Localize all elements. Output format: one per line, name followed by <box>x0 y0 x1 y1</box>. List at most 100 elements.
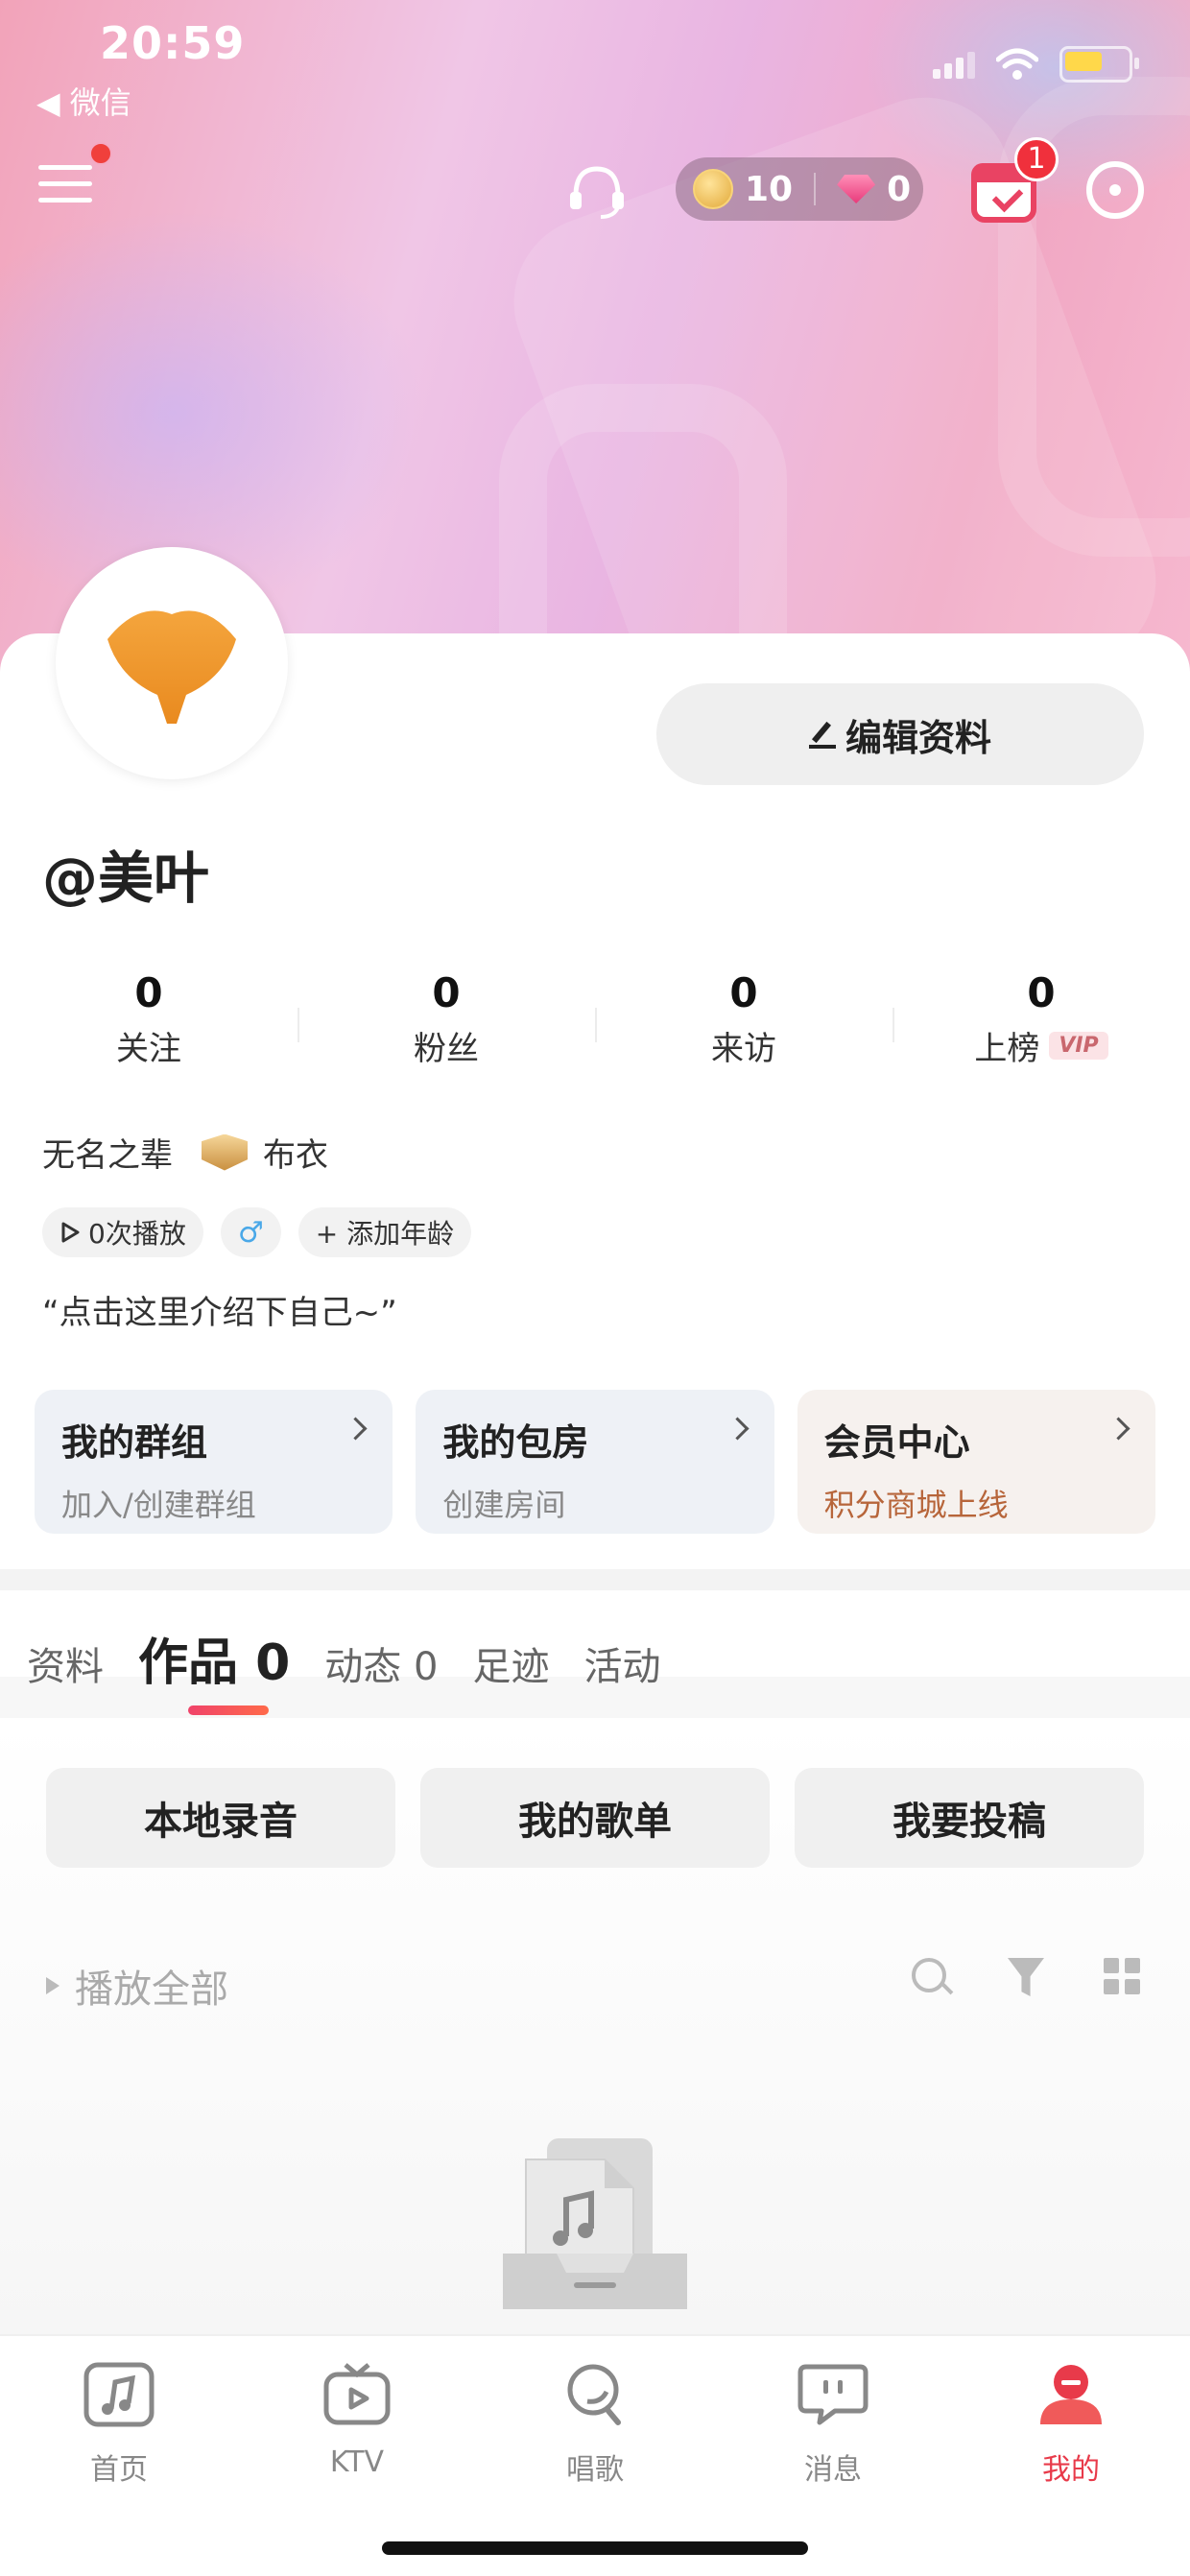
user-title: 无名之辈 <box>42 1136 173 1175</box>
stat-value: 0 <box>134 969 163 1016</box>
my-rooms-card[interactable]: 我的包房 创建房间 <box>416 1390 774 1534</box>
menu-button[interactable] <box>38 165 92 213</box>
back-to-wechat[interactable]: ◀ 微信 <box>36 79 131 123</box>
card-title: 我的群组 <box>61 1421 208 1464</box>
nav-label: 消息 <box>804 2453 862 2487</box>
list-tools <box>912 1958 1144 1998</box>
stat-value: 0 <box>432 969 461 1016</box>
play-all-button[interactable]: 播放全部 <box>46 1958 228 2014</box>
headset-icon[interactable] <box>566 163 628 219</box>
stat-following[interactable]: 0 关注 <box>0 969 298 1085</box>
stat-label: 粉丝 <box>414 1030 479 1068</box>
add-age-tag[interactable]: + 添加年龄 <box>298 1207 472 1257</box>
section-divider <box>0 1569 1190 1590</box>
diamond-count: 0 <box>887 169 912 209</box>
divider <box>814 173 817 205</box>
nav-label: 我的 <box>1042 2453 1100 2487</box>
stat-label: 来访 <box>711 1030 776 1068</box>
nav-home[interactable]: 首页 <box>52 2361 186 2488</box>
username: @美叶 <box>42 846 210 911</box>
empty-works-icon <box>503 2138 687 2309</box>
add-age-label: + 添加年龄 <box>315 1218 455 1250</box>
gender-tag[interactable]: ♂ <box>220 1207 281 1257</box>
nav-sing[interactable]: 唱歌 <box>528 2361 662 2488</box>
rank-badge-icon <box>202 1133 248 1171</box>
coin-icon <box>693 169 733 209</box>
nav-messages[interactable]: 消息 <box>766 2361 900 2488</box>
nav-ktv[interactable]: KTV <box>290 2361 424 2479</box>
vip-badge: VIP <box>1049 1032 1108 1060</box>
tab-works[interactable]: 作品 0 <box>138 1622 290 1694</box>
cover-shape <box>499 384 787 672</box>
status-icons <box>933 46 1139 83</box>
card-subtitle: 加入/创建群组 <box>61 1487 256 1523</box>
user-titles[interactable]: 无名之辈 布衣 <box>42 1129 328 1176</box>
card-subtitle: 积分商城上线 <box>823 1487 1009 1523</box>
edit-profile-label: 编辑资料 <box>845 716 991 759</box>
stat-value: 0 <box>1027 969 1056 1016</box>
status-time: 20:59 <box>100 17 246 69</box>
history-icon[interactable] <box>1086 161 1144 219</box>
self-intro[interactable]: “点击这里介绍下自己~” <box>42 1286 397 1333</box>
profile-page: 20:59 ◀ 微信 10 0 1 编辑资料 @美叶 0 关注 0 粉丝 0 来… <box>0 0 1190 2576</box>
signal-icon <box>933 50 975 79</box>
works-actions: 本地录音 我的歌单 我要投稿 <box>46 1768 1144 1868</box>
grid-view-button[interactable] <box>1104 1958 1144 1998</box>
my-playlists-button[interactable]: 我的歌单 <box>420 1768 770 1868</box>
currency-pill[interactable]: 10 0 <box>676 157 923 221</box>
nav-label: 唱歌 <box>566 2453 624 2487</box>
tab-activities[interactable]: 活动 <box>583 1635 660 1691</box>
diamond-icon <box>837 175 876 203</box>
filter-icon <box>1008 1958 1044 1996</box>
submit-button[interactable]: 我要投稿 <box>795 1768 1144 1868</box>
nav-me[interactable]: 我的 <box>1004 2361 1138 2488</box>
nav-label: KTV <box>329 2445 385 2479</box>
tab-footprints[interactable]: 足迹 <box>472 1635 549 1691</box>
stat-value: 0 <box>729 969 758 1016</box>
battery-icon <box>1059 46 1139 83</box>
shortcut-cards: 我的群组 加入/创建群组 我的包房 创建房间 会员中心 积分商城上线 <box>35 1390 1155 1534</box>
profile-tags: 0次播放 ♂ + 添加年龄 <box>42 1207 472 1257</box>
edit-profile-button[interactable]: 编辑资料 <box>656 683 1144 785</box>
pencil-icon <box>808 721 836 749</box>
plays-count: 0次播放 <box>88 1218 186 1250</box>
tv-play-icon <box>323 2363 391 2425</box>
stat-label: 上榜 <box>974 1030 1040 1068</box>
stat-ranking[interactable]: 0 上榜 VIP <box>892 969 1190 1085</box>
my-groups-card[interactable]: 我的群组 加入/创建群组 <box>35 1390 393 1534</box>
avatar[interactable] <box>56 547 288 779</box>
filter-button[interactable] <box>1008 1958 1048 1998</box>
active-tab-indicator <box>188 1705 269 1715</box>
coin-count: 10 <box>745 169 794 209</box>
menu-notification-dot <box>89 142 112 165</box>
search-button[interactable] <box>912 1958 952 1998</box>
tab-profile[interactable]: 资料 <box>27 1635 104 1691</box>
chat-icon <box>797 2364 869 2425</box>
user-rank: 布衣 <box>263 1136 328 1175</box>
stat-fans[interactable]: 0 粉丝 <box>298 969 595 1085</box>
male-icon: ♂ <box>237 1215 264 1250</box>
card-title: 我的包房 <box>442 1421 589 1464</box>
calendar-badge: 1 <box>1014 137 1059 181</box>
home-indicator <box>382 2541 808 2555</box>
stat-visitors[interactable]: 0 来访 <box>595 969 892 1085</box>
card-title: 会员中心 <box>823 1421 970 1464</box>
play-icon <box>46 1977 60 1994</box>
search-icon <box>912 1958 946 1992</box>
play-all-label: 播放全部 <box>75 1968 228 2012</box>
wifi-icon <box>996 48 1038 80</box>
person-icon <box>1040 2365 1102 2424</box>
mic-icon <box>567 2364 621 2425</box>
profile-tabs: 资料 作品 0 动态 0 足迹 活动 <box>27 1622 660 1694</box>
card-subtitle: 创建房间 <box>442 1487 566 1523</box>
stat-label: 关注 <box>116 1030 181 1068</box>
local-recordings-button[interactable]: 本地录音 <box>46 1768 395 1868</box>
profile-stats: 0 关注 0 粉丝 0 来访 0 上榜 VIP <box>0 969 1190 1085</box>
tab-moments[interactable]: 动态 0 <box>324 1635 438 1691</box>
play-icon <box>61 1222 80 1243</box>
member-center-card[interactable]: 会员中心 积分商城上线 <box>797 1390 1155 1534</box>
nav-label: 首页 <box>90 2453 148 2487</box>
grid-icon <box>1104 1958 1144 1994</box>
plays-tag[interactable]: 0次播放 <box>42 1207 203 1257</box>
music-note-icon <box>83 2362 155 2427</box>
